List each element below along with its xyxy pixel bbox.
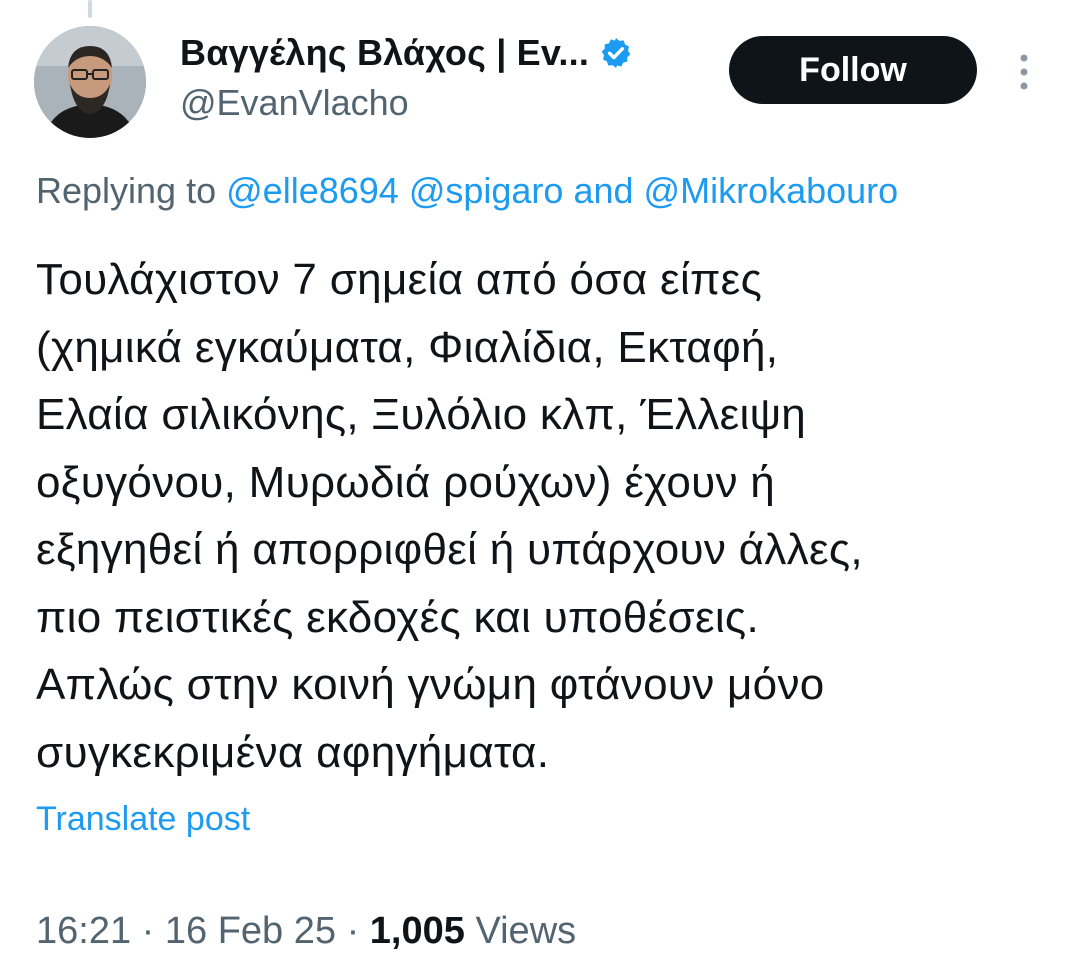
profile-photo-icon <box>34 26 146 138</box>
tweet-text-line: Ελαία σιλικόνης, Ξυλόλιο κλπ, Έλλειψη <box>36 390 807 439</box>
mention-link[interactable]: @spigaro <box>409 170 564 211</box>
follow-button[interactable]: Follow <box>729 36 977 104</box>
post-date[interactable]: 16 Feb 25 <box>165 910 336 952</box>
tweet-text: Τουλάχιστον 7 σημεία από όσα είπες (χημι… <box>36 246 1046 786</box>
meta-separator: · <box>346 910 360 952</box>
tweet-text-line: εξηγηθεί ή απορριφθεί ή υπάρχουν άλλες, <box>36 525 863 574</box>
verified-badge-icon <box>601 38 631 68</box>
post-time[interactable]: 16:21 <box>36 910 131 952</box>
avatar[interactable] <box>34 26 146 138</box>
tweet-text-line: Τουλάχιστον 7 σημεία από όσα είπες <box>36 255 763 304</box>
meta-separator: · <box>141 910 155 952</box>
views-count: 1,005 <box>369 910 465 952</box>
thread-connector-line <box>88 0 92 18</box>
post-meta: 16:21 · 16 Feb 25 · 1,005 Views <box>36 910 576 953</box>
author-display-name[interactable]: Βαγγέλης Βλάχος | Ev... <box>180 32 589 74</box>
tweet-text-line: συγκεκριμένα αφηγήματα. <box>36 727 550 777</box>
tweet-text-line: Απλώς στην κοινή γνώμη φτάνουν μόνο <box>36 660 825 709</box>
author-handle[interactable]: @EvanVlacho <box>180 82 409 124</box>
replying-to-line: Replying to @elle8694 @spigaro and @Mikr… <box>36 170 898 212</box>
translate-post-link[interactable]: Translate post <box>36 800 250 839</box>
author-name-row[interactable]: Βαγγέλης Βλάχος | Ev... <box>180 32 633 74</box>
replying-to-prefix: Replying to <box>36 170 217 211</box>
tweet-text-line: πιο πειστικές εκδοχές και υποθέσεις. <box>36 592 759 642</box>
mention-link[interactable]: @Mikrokabouro <box>644 170 899 211</box>
tweet-text-line: (χημικά εγκαύματα, Φιαλίδια, Εκταφή, <box>36 322 779 372</box>
views-label: Views <box>475 910 577 952</box>
tweet-text-line: οξυγόνου, Μυρωδιά ρούχων) έχουν ή <box>36 457 776 507</box>
more-vertical-icon[interactable] <box>1012 52 1036 92</box>
mention-link[interactable]: @elle8694 <box>226 170 399 211</box>
mention-conjunction[interactable]: and <box>573 170 633 211</box>
